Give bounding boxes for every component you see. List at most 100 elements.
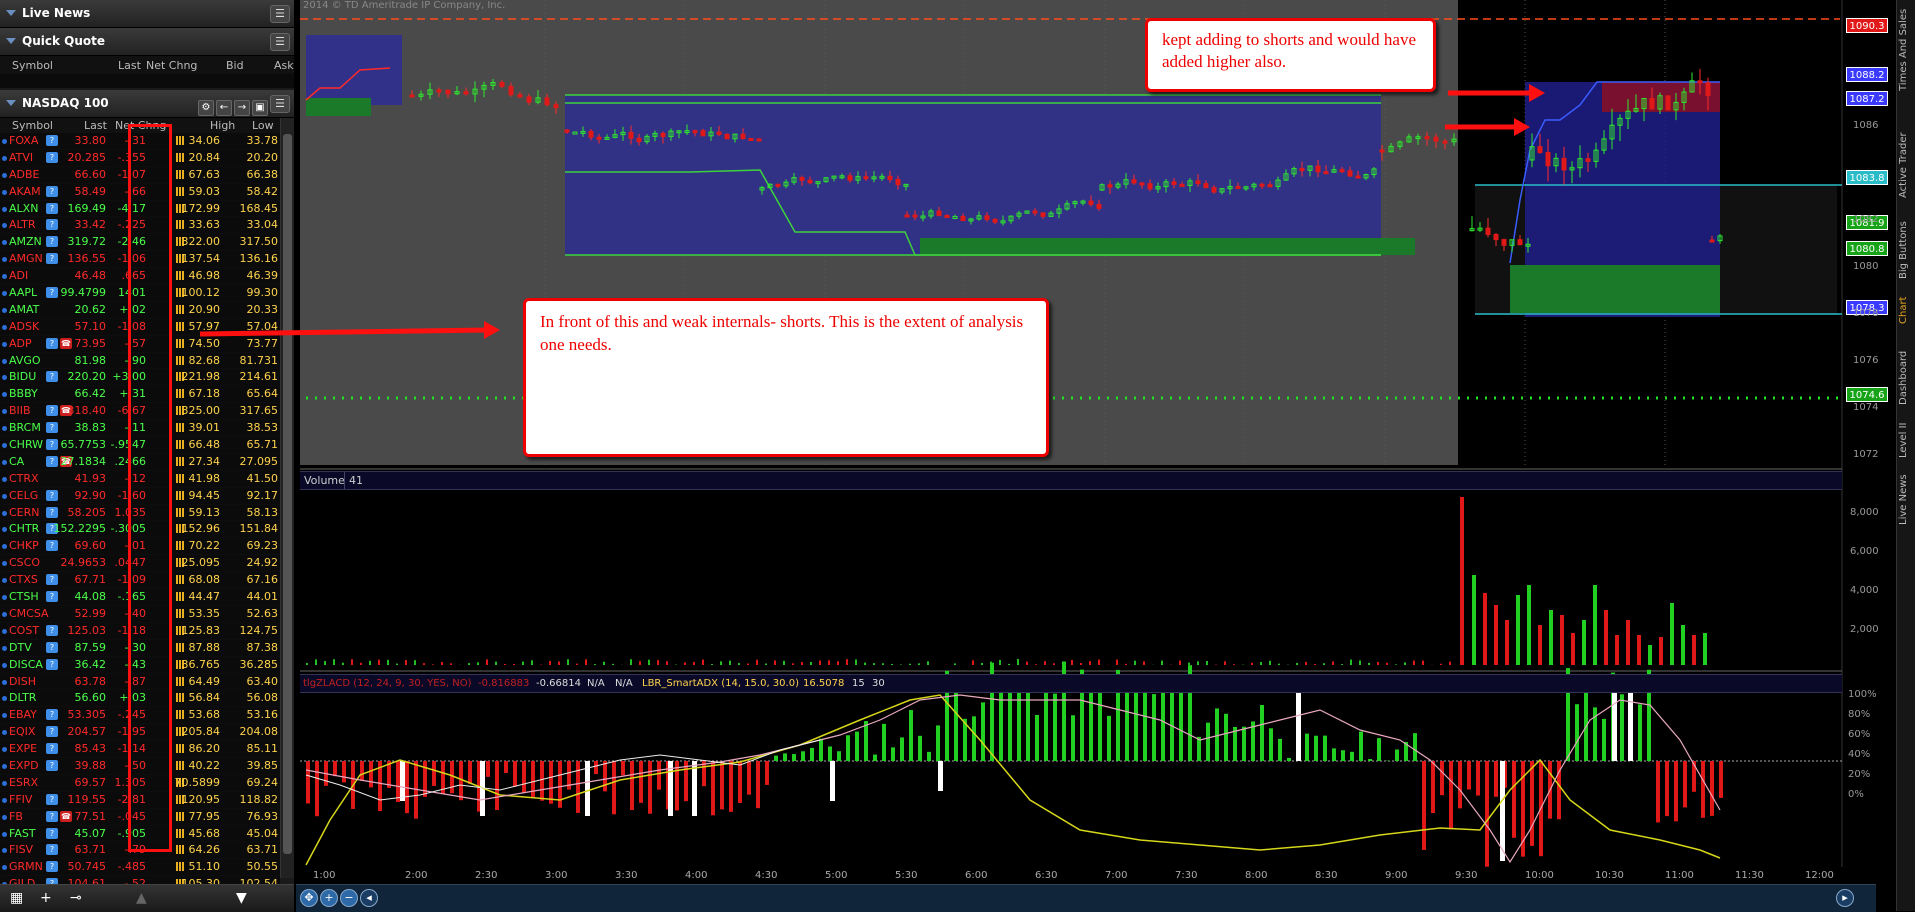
chart-icon[interactable]: ? xyxy=(46,540,58,551)
volume-bars-icon xyxy=(176,541,184,550)
chart-icon[interactable]: ? xyxy=(46,794,58,805)
histogram-bar xyxy=(522,761,526,793)
quick-quote-empty-row[interactable] xyxy=(0,74,294,88)
chart-icon[interactable]: ? xyxy=(46,743,58,754)
right-tab[interactable]: Times And Sales xyxy=(1898,0,1915,100)
chart-icon[interactable]: ? xyxy=(46,726,58,737)
row-low: 27.095 xyxy=(240,454,279,470)
menu-icon[interactable]: ☰ xyxy=(270,33,290,51)
add-icon[interactable]: + xyxy=(40,890,52,906)
col-symbol[interactable]: Symbol xyxy=(12,119,53,132)
histogram-bar xyxy=(342,761,346,782)
left-bottom-toolbar: ▦ + ⊸ ▲ ▼ xyxy=(0,884,294,912)
chart-icon[interactable]: ? xyxy=(46,152,58,163)
watchlist-row[interactable]: GRMN? 50.745 -.485 51.10 50.55 xyxy=(0,859,280,876)
menu-icon[interactable]: ☰ xyxy=(270,5,290,23)
chart-icon[interactable]: ? xyxy=(46,219,58,230)
down-arrow-icon[interactable]: ▼ xyxy=(236,890,247,906)
chart-icon[interactable]: ? xyxy=(46,287,58,298)
gear-icon[interactable]: ⚙ xyxy=(198,100,214,116)
right-tab[interactable]: Active Trader xyxy=(1898,120,1915,210)
collapse-triangle-icon[interactable] xyxy=(6,100,16,106)
collapse-triangle-icon[interactable] xyxy=(6,38,16,44)
phone-icon[interactable]: ☎ xyxy=(60,338,72,349)
right-tab[interactable]: Chart xyxy=(1898,290,1915,330)
zoom-in-icon[interactable]: + xyxy=(320,889,338,907)
histogram-highlight xyxy=(1612,691,1617,761)
col-last[interactable]: Last xyxy=(118,59,141,72)
candle xyxy=(1124,180,1128,184)
candle xyxy=(1425,137,1429,139)
arrow-left-icon[interactable]: ← xyxy=(216,100,232,116)
scroll-left-icon[interactable]: ◂ xyxy=(360,889,378,907)
chart-icon[interactable]: ? xyxy=(46,186,58,197)
zoom-out-icon[interactable]: − xyxy=(340,889,358,907)
col-bid[interactable]: Bid xyxy=(226,59,244,72)
chart-icon[interactable]: ? xyxy=(46,405,58,416)
scissors-icon[interactable]: ⊸ xyxy=(70,890,82,906)
right-tab[interactable]: Dashboard xyxy=(1898,340,1915,415)
collapse-triangle-icon[interactable] xyxy=(6,10,16,16)
row-symbol: ALTR xyxy=(9,217,36,233)
row-low: 39.85 xyxy=(247,758,279,774)
chart-icon[interactable]: ? xyxy=(46,625,58,636)
chart-icon[interactable]: ? xyxy=(46,844,58,855)
scroll-right-icon[interactable]: ▸ xyxy=(1836,889,1854,907)
candle xyxy=(725,134,729,138)
phone-icon[interactable]: ☎ xyxy=(60,811,72,822)
up-arrow-icon[interactable]: ▲ xyxy=(136,890,147,906)
chart-icon[interactable]: ? xyxy=(46,253,58,264)
arrow-right-icon[interactable]: → xyxy=(234,100,250,116)
chart-icon[interactable]: ? xyxy=(46,760,58,771)
col-netchng[interactable]: Net Chng xyxy=(146,59,197,72)
chart-icon[interactable]: ? xyxy=(46,659,58,670)
right-tab[interactable]: Level II xyxy=(1898,415,1915,465)
col-symbol[interactable]: Symbol xyxy=(12,59,53,72)
histogram-bar xyxy=(1413,733,1417,761)
chart-icon[interactable]: ? xyxy=(46,338,58,349)
chart-icon[interactable]: ? xyxy=(46,135,58,146)
right-tab[interactable]: Big Buttons xyxy=(1898,215,1915,285)
live-news-header[interactable]: Live News ☰ xyxy=(0,0,294,28)
histogram-bar xyxy=(891,747,895,761)
chart-icon[interactable]: ? xyxy=(46,642,58,653)
histogram-bar xyxy=(360,761,364,781)
chart-icon[interactable]: ? xyxy=(46,422,58,433)
grid-icon[interactable]: ▦ xyxy=(10,890,23,906)
col-high[interactable]: High xyxy=(210,119,235,132)
watchlist-scrollbar[interactable] xyxy=(280,118,294,878)
chart-icon[interactable]: ? xyxy=(46,371,58,382)
chart-icon[interactable]: ? xyxy=(46,507,58,518)
candle xyxy=(545,98,549,105)
chart-icon[interactable]: ? xyxy=(46,861,58,872)
row-symbol: BRCM xyxy=(9,420,41,436)
candle xyxy=(953,216,957,218)
scroll-thumb[interactable] xyxy=(283,134,292,854)
col-low[interactable]: Low xyxy=(252,119,274,132)
chart-icon[interactable]: ? xyxy=(46,709,58,720)
candle xyxy=(1164,182,1168,187)
crosshair-icon[interactable]: ✥ xyxy=(300,889,318,907)
chart-icon[interactable]: ? xyxy=(46,203,58,214)
row-last: 169.49 xyxy=(68,201,107,217)
chart-icon[interactable]: ? xyxy=(46,828,58,839)
nasdaq-header[interactable]: NASDAQ 100 ⚙←→▣ ☰ xyxy=(0,90,294,118)
link-icon[interactable]: ▣ xyxy=(252,100,268,116)
menu-icon[interactable]: ☰ xyxy=(270,95,290,113)
chart-icon[interactable]: ? xyxy=(46,811,58,822)
candle xyxy=(1001,221,1005,223)
quick-quote-header[interactable]: Quick Quote ☰ xyxy=(0,28,294,56)
chart-icon[interactable]: ? xyxy=(46,236,58,247)
col-ask[interactable]: Ask xyxy=(274,59,294,72)
chart-icon[interactable]: ? xyxy=(46,574,58,585)
chart-icon[interactable]: ? xyxy=(46,591,58,602)
row-last: 73.95 xyxy=(75,336,107,352)
chart-icon[interactable]: ? xyxy=(46,456,58,467)
right-tab[interactable]: Live News xyxy=(1898,470,1915,530)
chart-icon[interactable]: ? xyxy=(46,439,58,450)
col-last[interactable]: Last xyxy=(84,119,107,132)
row-low: 33.78 xyxy=(247,133,279,149)
chart-icon[interactable]: ? xyxy=(46,490,58,501)
candle xyxy=(1626,111,1630,118)
time-label: 5:30 xyxy=(895,870,917,881)
